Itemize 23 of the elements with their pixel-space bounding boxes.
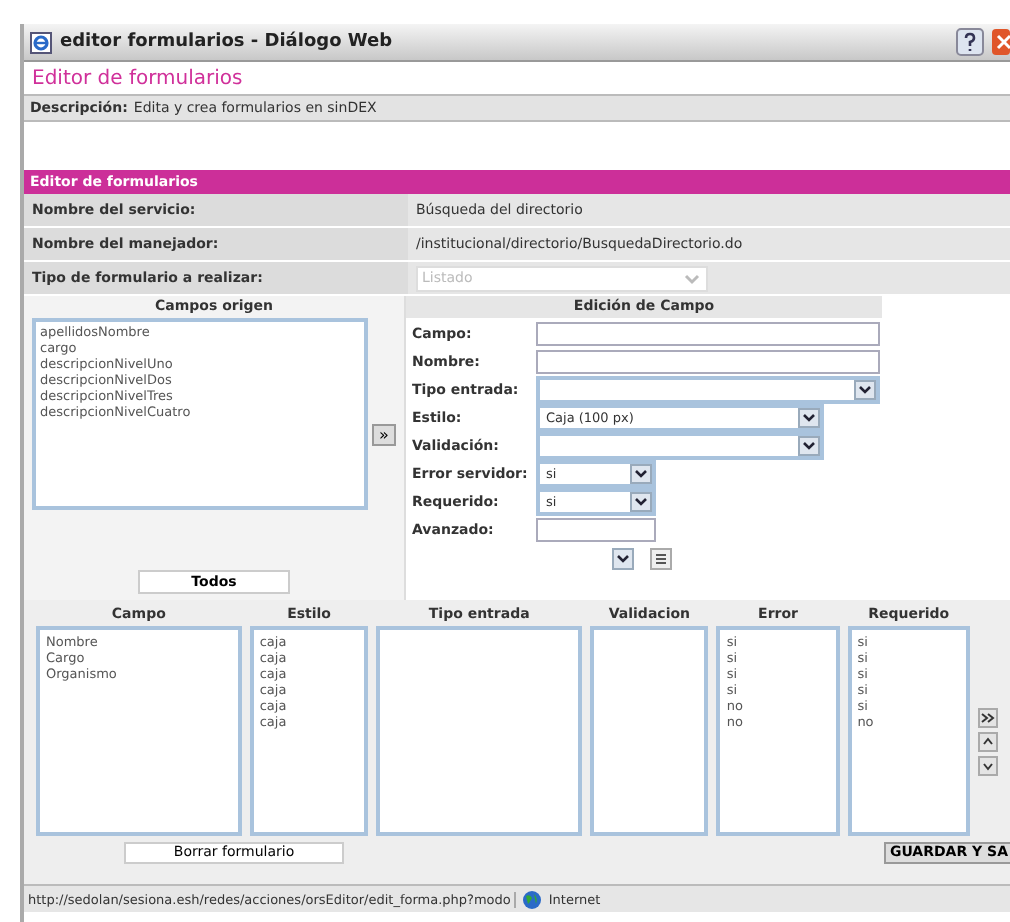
caret-icon bbox=[630, 491, 652, 511]
browser-icon bbox=[30, 31, 52, 53]
dropdown[interactable] bbox=[536, 375, 880, 403]
chevron-down-icon[interactable] bbox=[978, 756, 998, 776]
globe-icon bbox=[522, 889, 543, 909]
down-icon[interactable] bbox=[612, 548, 634, 570]
input-field[interactable] bbox=[536, 321, 880, 345]
double-chevron-right-icon[interactable] bbox=[978, 708, 998, 728]
list-icon[interactable] bbox=[650, 548, 672, 570]
page-heading: Editor de formularios bbox=[30, 65, 245, 93]
caret-icon bbox=[798, 435, 820, 455]
input-field[interactable] bbox=[536, 517, 656, 541]
window-title: editor formularios - Diálogo Web bbox=[60, 32, 395, 52]
caret-icon bbox=[682, 269, 702, 287]
close-icon[interactable] bbox=[992, 28, 1010, 56]
help-icon[interactable] bbox=[956, 28, 984, 56]
caret-icon bbox=[630, 463, 652, 483]
caret-icon bbox=[798, 407, 820, 427]
dropdown[interactable] bbox=[536, 431, 824, 459]
input-field[interactable] bbox=[536, 349, 880, 373]
add-field-button[interactable]: » bbox=[372, 423, 396, 445]
caret-icon bbox=[854, 379, 876, 399]
chevron-up-icon[interactable] bbox=[978, 732, 998, 752]
